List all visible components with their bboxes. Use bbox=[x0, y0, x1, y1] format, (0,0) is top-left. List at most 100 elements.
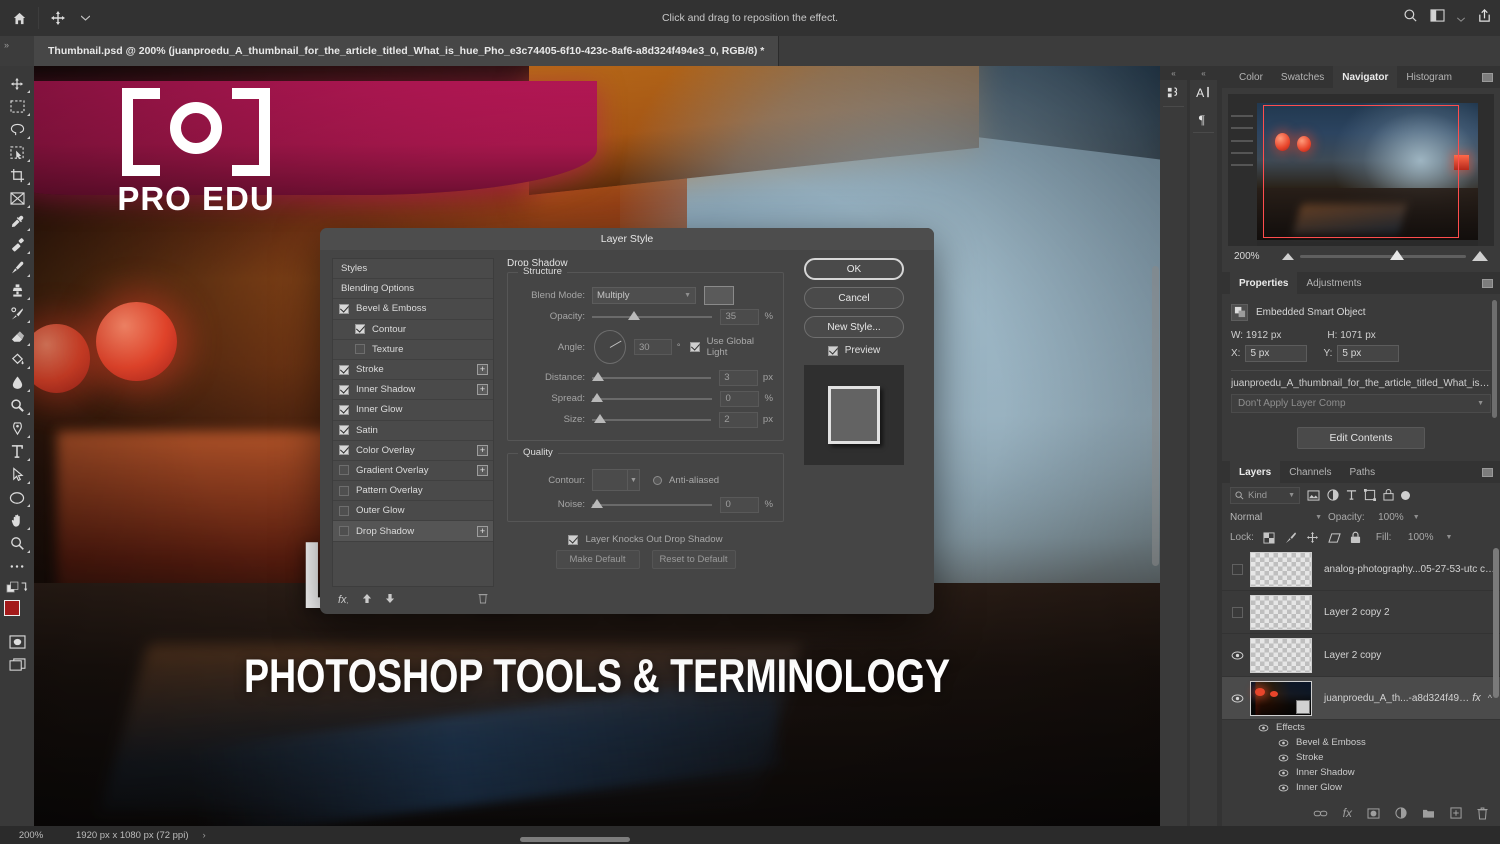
edit-contents-button[interactable]: Edit Contents bbox=[1297, 427, 1425, 449]
checkbox-bevel-emboss[interactable] bbox=[339, 304, 349, 314]
effect-visibility-icon[interactable] bbox=[1278, 769, 1289, 777]
y-input[interactable] bbox=[1337, 345, 1399, 362]
list-item[interactable]: Inner Shadow bbox=[1222, 765, 1500, 780]
canvas-horizontal-scrollbar[interactable] bbox=[520, 837, 630, 842]
zoom-out-icon[interactable] bbox=[1282, 253, 1294, 260]
styles-list[interactable]: Styles Blending Options Bevel & Emboss C… bbox=[332, 258, 494, 587]
effect-visibility-icon[interactable] bbox=[1278, 739, 1289, 747]
table-row[interactable]: analog-photography...05-27-53-utc copy bbox=[1222, 548, 1500, 591]
layer-effects-group[interactable]: Effects bbox=[1222, 720, 1500, 735]
layer-thumbnail[interactable] bbox=[1250, 681, 1312, 716]
layer-name[interactable]: analog-photography...05-27-53-utc copy bbox=[1312, 564, 1500, 575]
layer-name[interactable]: Layer 2 copy bbox=[1312, 650, 1500, 661]
crop-tool[interactable] bbox=[2, 164, 32, 187]
style-item-color-overlay[interactable]: Color Overlay + bbox=[333, 441, 493, 461]
add-color-overlay-icon[interactable]: + bbox=[477, 445, 488, 456]
type-tool[interactable] bbox=[2, 440, 32, 463]
add-layer-mask-icon[interactable] bbox=[1367, 808, 1380, 819]
reset-to-default-button[interactable]: Reset to Default bbox=[652, 550, 736, 569]
character-icon[interactable]: A bbox=[1190, 80, 1217, 106]
checkbox-satin[interactable] bbox=[339, 425, 349, 435]
angle-dial[interactable] bbox=[594, 330, 626, 364]
checkbox-texture[interactable] bbox=[355, 344, 365, 354]
add-layer-style-fx-icon[interactable]: fx bbox=[1343, 806, 1352, 820]
navigator-preview[interactable] bbox=[1228, 94, 1494, 246]
spot-healing-brush-tool[interactable] bbox=[2, 233, 32, 256]
layer-style-dialog[interactable]: Layer Style Styles Blending Options Beve… bbox=[320, 228, 934, 614]
add-gradient-overlay-icon[interactable]: + bbox=[477, 465, 488, 476]
cancel-button[interactable]: Cancel bbox=[804, 287, 904, 309]
lock-transparent-pixels-icon[interactable] bbox=[1263, 532, 1275, 544]
layer-thumbnail[interactable] bbox=[1250, 638, 1312, 673]
document-tab[interactable]: Thumbnail.psd @ 200% (juanproedu_A_thumb… bbox=[34, 36, 779, 66]
filter-toggle-icon[interactable] bbox=[1401, 491, 1410, 500]
list-item[interactable]: Bevel & Emboss bbox=[1222, 735, 1500, 750]
checkbox-color-overlay[interactable] bbox=[339, 445, 349, 455]
layer-fx-icon[interactable]: fx bbox=[1472, 692, 1488, 704]
table-row[interactable]: juanproedu_A_th...-a8d324f494e3_0 fx ^ bbox=[1222, 677, 1500, 720]
lasso-tool[interactable] bbox=[2, 118, 32, 141]
size-input[interactable]: 2 bbox=[719, 412, 758, 428]
eraser-tool[interactable] bbox=[2, 325, 32, 348]
dodge-tool[interactable] bbox=[2, 394, 32, 417]
style-item-stroke[interactable]: Stroke + bbox=[333, 360, 493, 380]
style-item-styles[interactable]: Styles bbox=[333, 259, 493, 279]
zoom-in-icon[interactable] bbox=[1472, 251, 1488, 261]
navigator-zoom-slider[interactable] bbox=[1300, 255, 1466, 258]
checkbox-layer-knocks-out-drop-shadow[interactable] bbox=[568, 535, 578, 545]
status-expand-icon[interactable]: › bbox=[189, 830, 206, 841]
ok-button[interactable]: OK bbox=[804, 258, 904, 280]
new-layer-icon[interactable] bbox=[1450, 807, 1462, 819]
hand-tool[interactable] bbox=[2, 509, 32, 532]
filter-adjustment-icon[interactable] bbox=[1327, 489, 1339, 501]
contour-picker[interactable]: ▼ bbox=[592, 469, 640, 491]
fill-value[interactable]: 100% bbox=[1400, 530, 1436, 546]
style-item-blending-options[interactable]: Blending Options bbox=[333, 279, 493, 299]
tab-layers[interactable]: Layers bbox=[1230, 461, 1280, 483]
share-icon[interactable] bbox=[1477, 8, 1492, 28]
checkbox-outer-glow[interactable] bbox=[339, 506, 349, 516]
shadow-color-swatch[interactable] bbox=[704, 286, 734, 305]
style-item-drop-shadow[interactable]: Drop Shadow + bbox=[333, 521, 493, 541]
tab-swatches[interactable]: Swatches bbox=[1272, 66, 1333, 88]
layers-scrollbar[interactable] bbox=[1493, 548, 1499, 698]
layers-panel-menu-icon[interactable] bbox=[1482, 468, 1493, 477]
checkbox-stroke[interactable] bbox=[339, 365, 349, 375]
tab-paths[interactable]: Paths bbox=[1341, 461, 1385, 483]
list-item[interactable]: Stroke bbox=[1222, 750, 1500, 765]
noise-input[interactable]: 0 bbox=[720, 497, 759, 513]
move-tool[interactable] bbox=[2, 72, 32, 95]
lock-image-pixels-icon[interactable] bbox=[1284, 531, 1297, 544]
opacity-input[interactable]: 35 bbox=[720, 309, 759, 325]
effect-visibility-icon[interactable] bbox=[1278, 784, 1289, 792]
distance-input[interactable]: 3 bbox=[719, 370, 758, 386]
checkbox-use-global-light[interactable] bbox=[690, 342, 700, 352]
canvas-vertical-scrollbar[interactable] bbox=[1152, 266, 1159, 566]
move-down-icon[interactable] bbox=[385, 593, 395, 607]
screen-mode-icon[interactable] bbox=[2, 653, 32, 676]
layer-list[interactable]: analog-photography...05-27-53-utc copy L… bbox=[1222, 548, 1500, 800]
edit-toolbar-ellipsis-icon[interactable] bbox=[2, 555, 32, 578]
delete-layer-icon[interactable] bbox=[1477, 807, 1488, 820]
foreground-color-swatch[interactable] bbox=[4, 600, 20, 616]
search-icon[interactable] bbox=[1403, 8, 1418, 28]
checkbox-gradient-overlay[interactable] bbox=[339, 465, 349, 475]
color-swatches[interactable] bbox=[3, 600, 31, 626]
spread-input[interactable]: 0 bbox=[720, 391, 759, 407]
table-row[interactable]: Layer 2 copy 2 bbox=[1222, 591, 1500, 634]
checkbox-inner-glow[interactable] bbox=[339, 405, 349, 415]
properties-scrollbar[interactable] bbox=[1492, 300, 1497, 418]
layer-filter-kind[interactable]: Kind ▼ bbox=[1230, 487, 1300, 504]
fx-icon[interactable]: fx, bbox=[338, 594, 349, 606]
style-item-texture[interactable]: Texture bbox=[333, 340, 493, 360]
move-up-icon[interactable] bbox=[362, 593, 372, 607]
filter-pixel-icon[interactable] bbox=[1307, 490, 1320, 501]
new-group-icon[interactable] bbox=[1422, 808, 1435, 819]
add-stroke-icon[interactable]: + bbox=[477, 364, 488, 375]
lock-all-icon[interactable] bbox=[1350, 531, 1361, 544]
navigator-zoom-value[interactable]: 200% bbox=[1234, 251, 1276, 262]
object-selection-tool[interactable] bbox=[2, 141, 32, 164]
layer-visibility-toggle[interactable] bbox=[1224, 564, 1250, 575]
libraries-icon[interactable] bbox=[1160, 80, 1187, 106]
status-zoom-level[interactable]: 200% bbox=[0, 830, 62, 841]
